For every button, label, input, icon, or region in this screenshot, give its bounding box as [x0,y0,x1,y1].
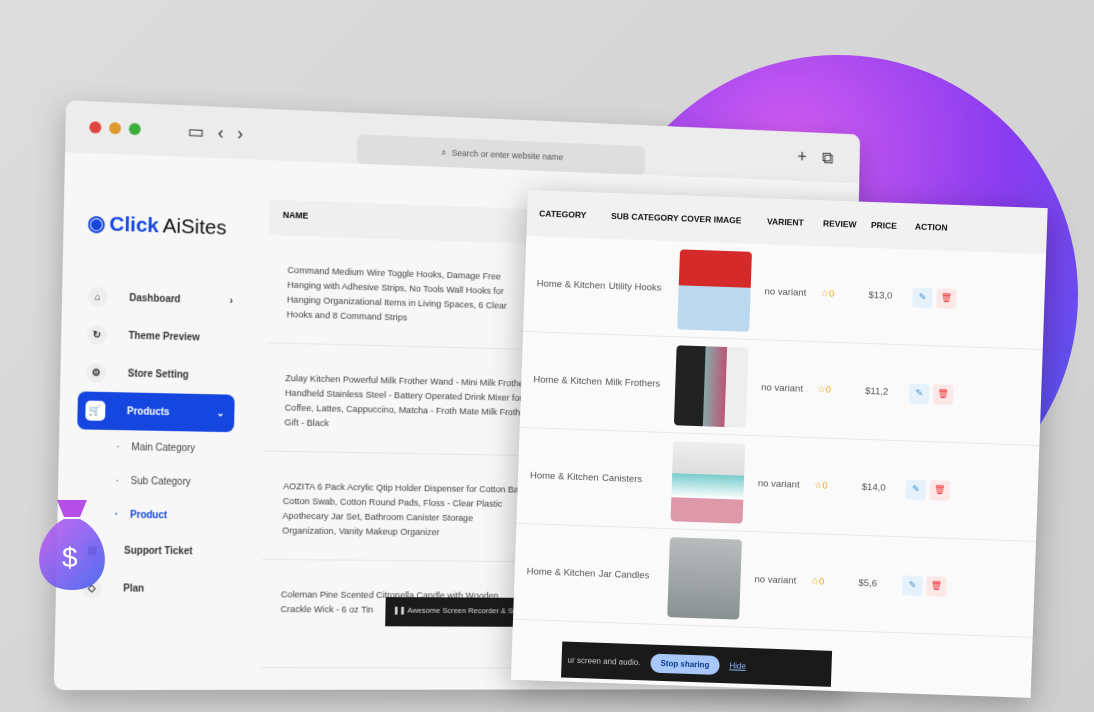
maximize-dot[interactable] [128,122,141,136]
edit-button[interactable]: ✎ [905,478,927,500]
price-cell: $11,2 [864,385,889,398]
svg-text:$: $ [62,542,78,573]
chevron-down-icon: ⌄ [216,407,225,419]
sub-category-cell: Canisters [601,472,643,486]
sub-category-cell: Jar Candles [598,568,650,582]
table-row: Home & Kitchen Jar Candles no variant ☆0… [512,523,1037,638]
cover-image [667,536,742,620]
review-cell: ☆0 [813,480,828,492]
sub-category-cell: Utility Hooks [608,280,662,294]
delete-button[interactable]: 🗑 [932,383,954,405]
globe-icon: ◉ [87,211,106,236]
product-table-panel: CATEGORY SUB CATEGORY COVER IMAGE VARIEN… [510,190,1048,698]
product-name: Command Medium Wire Toggle Hooks, Damage… [266,234,552,351]
delete-button[interactable]: 🗑 [929,479,951,501]
money-bag-icon: $ [39,500,105,590]
address-bar[interactable]: ⌕ Search or enter website name [356,134,646,175]
variant-cell: no variant [761,382,804,395]
settings-icon: ⚙ [86,362,107,384]
variant-cell: no variant [754,574,797,587]
product-name: Zulay Kitchen Powerful Milk Frother Wand… [264,343,550,457]
minimize-dot[interactable] [109,121,122,135]
header-action[interactable]: ACTION [915,222,975,234]
product-name: AOZITA 6 Pack Acrylic Qtip Holder Dispen… [262,451,548,563]
cover-image [670,440,746,524]
home-icon: ⌂ [87,286,108,308]
edit-button[interactable]: ✎ [902,574,923,596]
chevron-right-icon: › [229,295,233,307]
cover-image [677,248,752,332]
back-icon[interactable]: ‹ [218,122,224,143]
cart-icon: 🛒 [85,400,106,421]
header-cover-image[interactable]: COVER IMAGE [681,213,767,226]
price-cell: $13,0 [868,289,893,302]
sidebar-item-theme-preview[interactable]: ↻ Theme Preview [79,316,246,358]
refresh-icon: ↻ [86,324,108,346]
screen-share-bar: ur screen and audio. Stop sharing Hide [561,641,833,687]
header-price[interactable]: PRICE [871,220,915,232]
sidebar: ◉ Click AiSites ⌂ Dashboard › ↻ Theme Preview… [72,193,248,672]
header-category[interactable]: CATEGORY [539,208,611,221]
category-cell: Home & Kitchen [536,278,606,292]
review-cell: ☆0 [817,384,832,396]
price-cell: $14,0 [861,481,886,494]
review-cell: ☆0 [810,576,825,588]
sidebar-item-products[interactable]: 🛒 Products ⌄ [77,391,235,433]
table-row: Home & Kitchen Canisters no variant ☆0 $… [516,427,1040,542]
table-row: Home & Kitchen Utility Hooks no variant … [523,235,1047,351]
variant-cell: no variant [764,286,807,299]
sidebar-item-dashboard[interactable]: ⌂ Dashboard › [80,278,247,320]
close-dot[interactable] [89,121,102,134]
category-cell: Home & Kitchen [533,374,603,388]
variant-cell: no variant [757,478,800,491]
hide-link[interactable]: Hide [729,661,746,671]
edit-button[interactable]: ✎ [908,382,930,404]
sidebar-toggle-icon[interactable]: ▭ [187,121,204,142]
table-row: Home & Kitchen Milk Frothers no variant … [519,331,1043,447]
stop-sharing-button[interactable]: Stop sharing [650,653,720,675]
search-icon: ⌕ [441,147,447,157]
tabs-icon[interactable]: ⧉ [822,148,834,168]
category-cell: Home & Kitchen [529,470,599,484]
sub-category-cell: Milk Frothers [605,376,661,390]
header-review[interactable]: REVIEW [823,218,871,230]
new-tab-icon[interactable]: + [797,147,807,167]
edit-button[interactable]: ✎ [912,286,933,308]
review-cell: ☆0 [820,288,835,300]
logo: ◉ Click AiSites [87,211,227,239]
delete-button[interactable]: 🗑 [926,575,947,597]
cover-image [673,344,749,428]
forward-icon[interactable]: › [237,123,243,144]
sidebar-item-store-setting[interactable]: ⚙ Store Setting [78,353,245,394]
header-sub-category[interactable]: SUB CATEGORY [611,211,681,223]
delete-button[interactable]: 🗑 [936,287,957,309]
category-cell: Home & Kitchen [526,566,596,580]
header-variant[interactable]: VARIENT [767,216,823,228]
price-cell: $5,6 [858,577,878,590]
sidebar-subitem-main-category[interactable]: · Main Category [76,429,243,466]
